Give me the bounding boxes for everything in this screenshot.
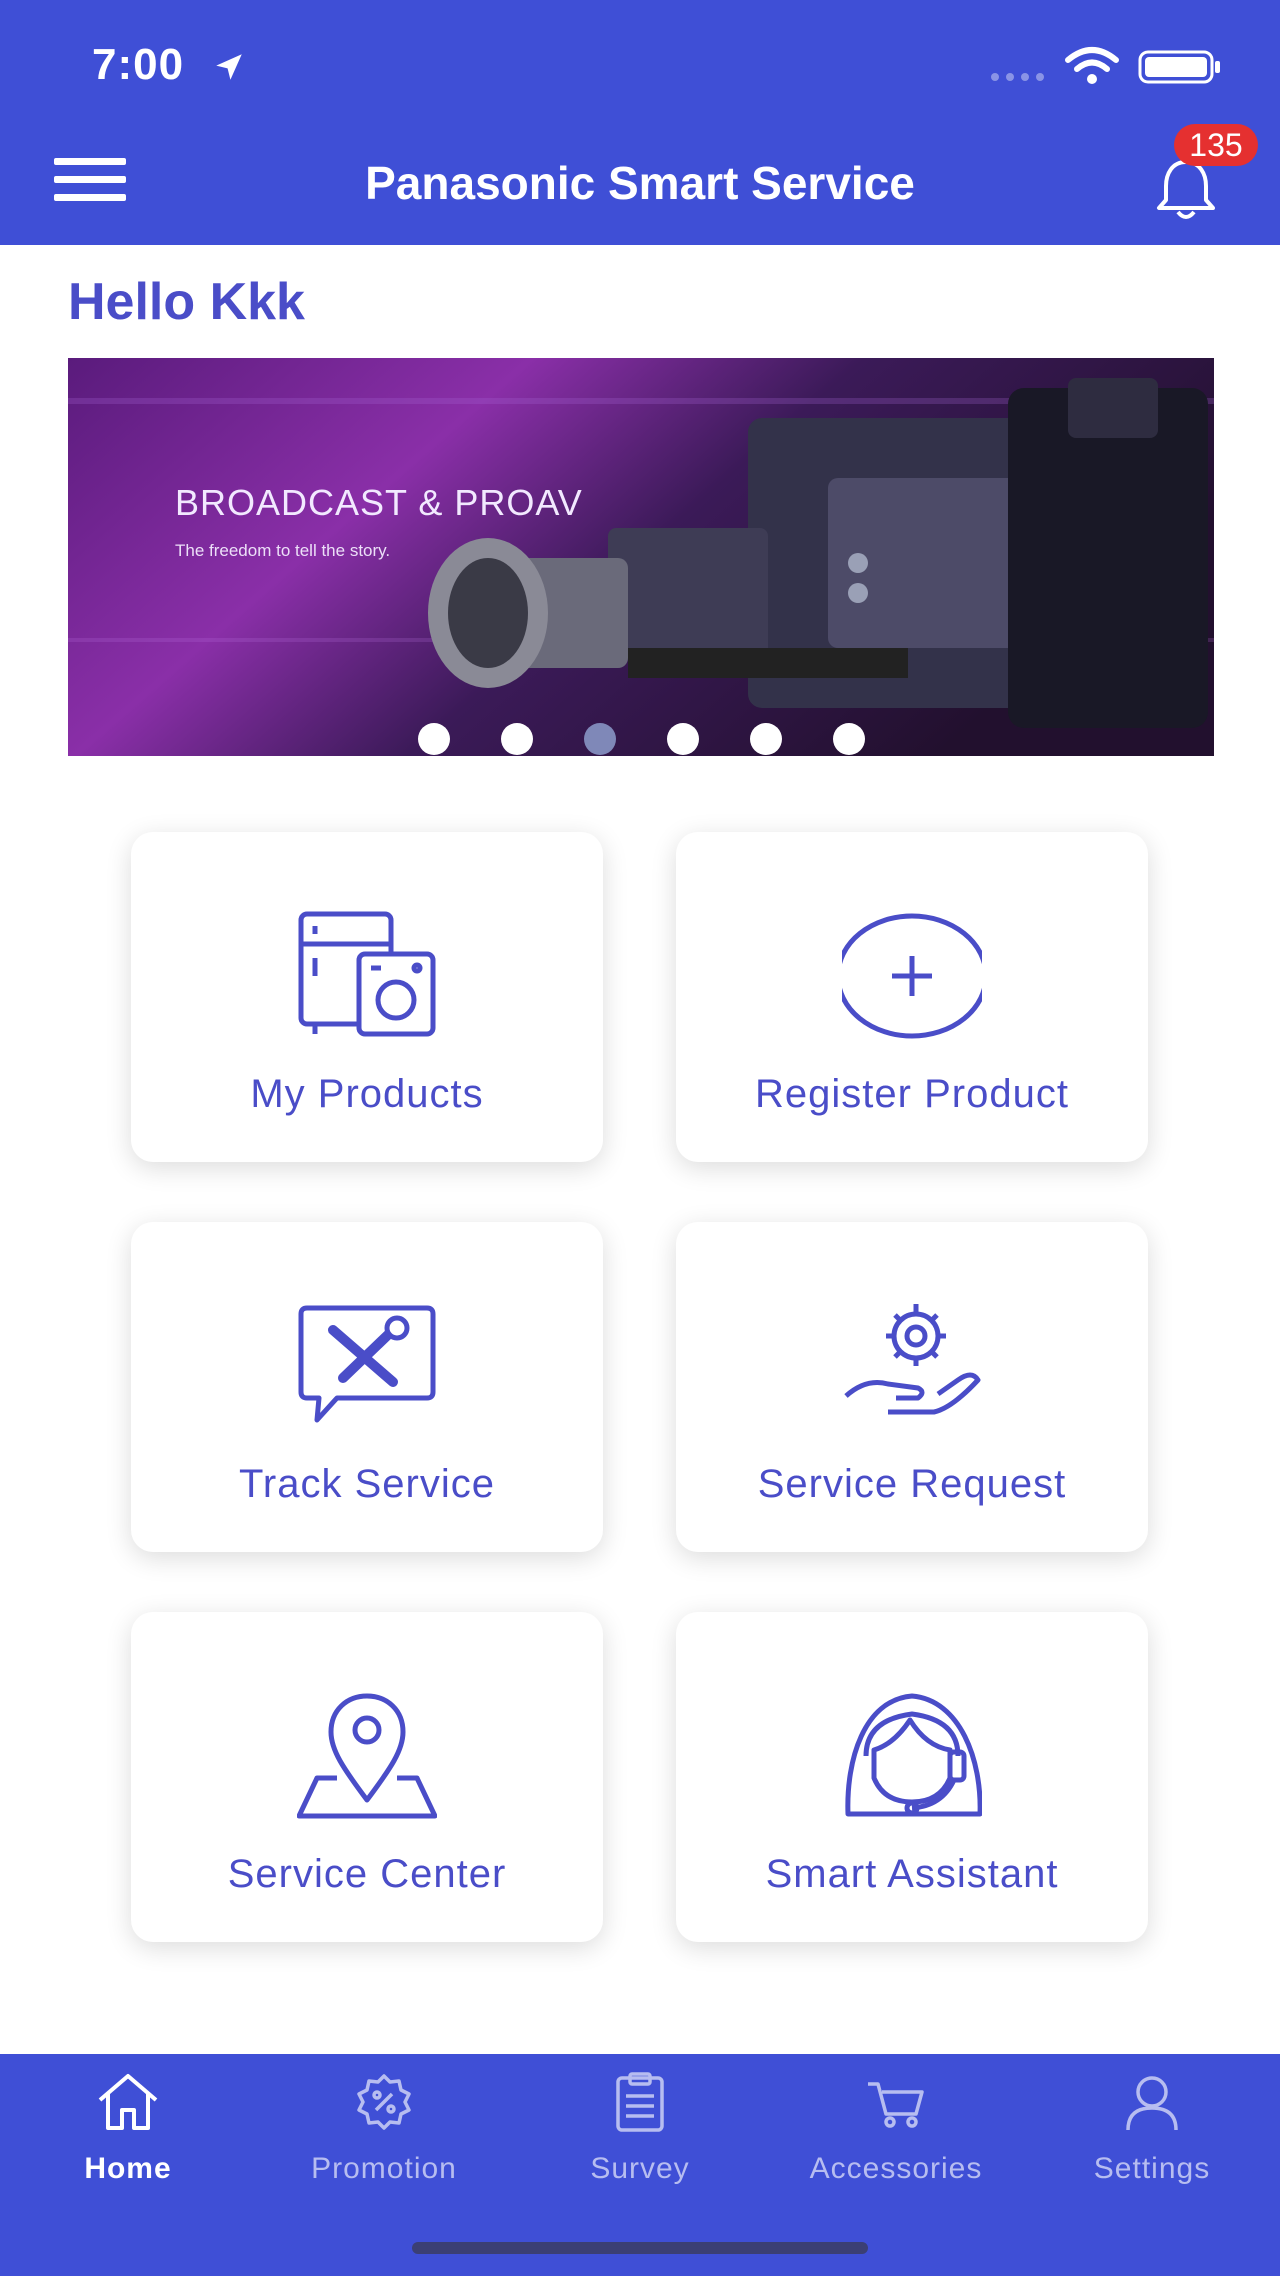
promo-banner[interactable]: BROADCAST & PROAV The freedom to tell th…	[68, 358, 1214, 756]
tile-label: Service Center	[227, 1852, 507, 1896]
appliances-icon	[298, 911, 436, 1037]
gear-hand-icon	[844, 1304, 981, 1415]
tab-survey[interactable]: Survey	[512, 2054, 768, 2204]
tab-label: Promotion	[311, 2152, 457, 2185]
carousel-dot[interactable]	[500, 723, 533, 755]
tab-promotion[interactable]: Promotion	[256, 2054, 512, 2204]
banner-title: BROADCAST & PROAV	[175, 482, 583, 523]
tile-label: Smart Assistant	[765, 1852, 1059, 1896]
tile-smart-assistant[interactable]: Smart Assistant	[676, 1612, 1148, 1942]
notification-badge: 135	[1174, 124, 1258, 166]
tab-label: Survey	[590, 2152, 690, 2185]
tools-chat-icon	[298, 1305, 436, 1423]
cart-icon	[868, 2082, 924, 2128]
tile-label: Service Request	[757, 1462, 1067, 1506]
map-pin-icon	[297, 1693, 437, 1819]
app-title: Panasonic Smart Service	[365, 157, 915, 209]
app-header: 7:00 Panasonic Smart Service 135	[0, 0, 1280, 245]
plus-circle-icon	[842, 913, 982, 1039]
cellular-signal-icon	[991, 73, 1044, 81]
status-time: 7:00	[92, 40, 185, 89]
banner-subtitle: The freedom to tell the story.	[175, 541, 391, 560]
tile-track-service[interactable]: Track Service	[131, 1222, 603, 1552]
tab-label: Home	[84, 2152, 172, 2185]
wifi-icon	[1065, 47, 1119, 84]
carousel-dot[interactable]	[749, 723, 782, 755]
user-icon	[1126, 2076, 1178, 2131]
tab-label: Accessories	[809, 2152, 983, 2185]
carousel-dot[interactable]	[832, 723, 865, 755]
tile-register-product[interactable]: Register Product	[676, 832, 1148, 1162]
tile-label: Register Product	[755, 1072, 1069, 1116]
battery-icon	[1138, 50, 1220, 84]
tab-label: Settings	[1093, 2152, 1211, 2185]
tile-service-center[interactable]: Service Center	[131, 1612, 603, 1942]
tile-my-products[interactable]: My Products	[131, 832, 603, 1162]
tile-service-request[interactable]: Service Request	[676, 1222, 1148, 1552]
tile-label: My Products	[250, 1072, 484, 1116]
carousel-dot[interactable]	[666, 723, 699, 755]
tab-settings[interactable]: Settings	[1024, 2054, 1280, 2204]
promotion-badge-icon	[357, 2074, 411, 2130]
headset-agent-icon	[845, 1693, 982, 1817]
carousel-dot[interactable]	[583, 723, 616, 755]
location-arrow-icon	[216, 54, 242, 80]
greeting-text: Hello Kkk	[68, 273, 305, 331]
tile-label: Track Service	[238, 1462, 495, 1506]
tab-home[interactable]: Home	[0, 2054, 256, 2204]
clipboard-icon	[616, 2072, 664, 2132]
home-icon	[98, 2074, 158, 2130]
tab-accessories[interactable]: Accessories	[768, 2054, 1024, 2204]
carousel-dot[interactable]	[417, 723, 450, 755]
home-indicator	[412, 2242, 868, 2254]
